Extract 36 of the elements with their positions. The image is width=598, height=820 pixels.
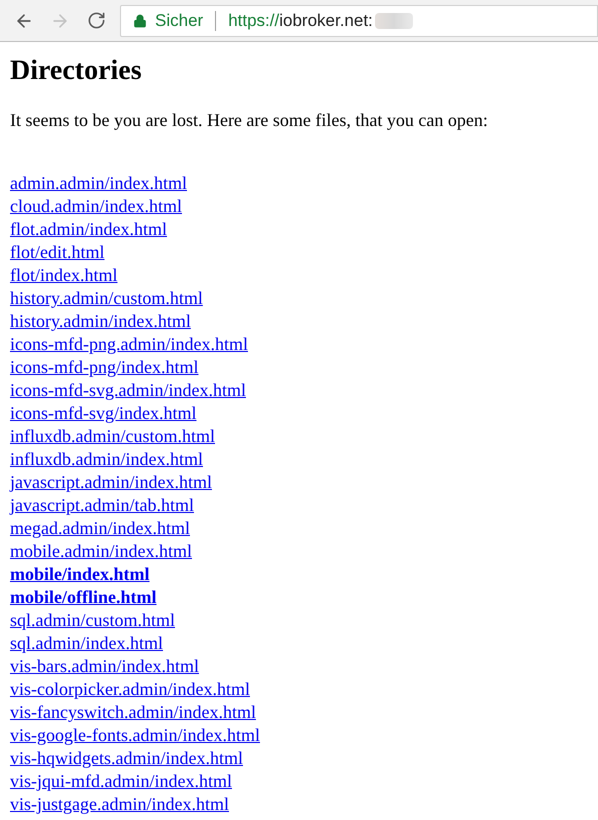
file-link[interactable]: icons-mfd-svg/index.html bbox=[10, 402, 196, 425]
file-link[interactable]: megad.admin/index.html bbox=[10, 517, 190, 540]
file-link[interactable]: mobile/index.html bbox=[10, 563, 150, 586]
security-label: Sicher bbox=[155, 10, 204, 32]
file-link[interactable]: vis-justgage.admin/index.html bbox=[10, 793, 229, 816]
file-link[interactable]: sql.admin/index.html bbox=[10, 632, 163, 655]
file-link[interactable]: cloud.admin/index.html bbox=[10, 195, 182, 218]
file-link[interactable]: vis-colorpicker.admin/index.html bbox=[10, 678, 250, 701]
file-link[interactable]: flot/edit.html bbox=[10, 241, 104, 264]
file-link[interactable]: history.admin/custom.html bbox=[10, 287, 203, 310]
file-link[interactable]: mobile/offline.html bbox=[10, 586, 156, 609]
file-link[interactable]: vis-jqui-mfd.admin/index.html bbox=[10, 770, 232, 793]
url-text: https://iobroker.net: bbox=[228, 10, 373, 32]
file-link[interactable]: javascript.admin/tab.html bbox=[10, 494, 194, 517]
file-link[interactable]: icons-mfd-png.admin/index.html bbox=[10, 333, 248, 356]
intro-text: It seems to be you are lost. Here are some files, that you can open: bbox=[10, 109, 489, 132]
file-link[interactable]: admin.admin/index.html bbox=[10, 172, 187, 195]
file-link[interactable]: vis-bars.admin/index.html bbox=[10, 655, 199, 678]
file-link[interactable]: sql.admin/custom.html bbox=[10, 609, 175, 632]
file-link[interactable]: vis-google-fonts.admin/index.html bbox=[10, 724, 260, 747]
file-link[interactable]: vis-fancyswitch.admin/index.html bbox=[10, 701, 256, 724]
reload-icon bbox=[86, 11, 106, 30]
address-bar[interactable]: Sicher https://iobroker.net: bbox=[120, 4, 598, 36]
file-link[interactable]: javascript.admin/index.html bbox=[10, 471, 212, 494]
file-link[interactable]: history.admin/index.html bbox=[10, 310, 191, 333]
file-link[interactable]: flot.admin/index.html bbox=[10, 218, 167, 241]
file-link[interactable]: influxdb.admin/index.html bbox=[10, 448, 203, 471]
file-link[interactable]: influxdb.admin/custom.html bbox=[10, 425, 215, 448]
file-link[interactable]: flot/index.html bbox=[10, 264, 118, 287]
file-link[interactable]: icons-mfd-svg.admin/index.html bbox=[10, 379, 246, 402]
blurred-patch bbox=[374, 12, 413, 28]
file-link[interactable]: icons-mfd-png/index.html bbox=[10, 356, 198, 379]
file-link[interactable]: vis-hqwidgets.admin/index.html bbox=[10, 747, 243, 770]
page-heading: Directories bbox=[10, 54, 143, 88]
lock-icon bbox=[133, 14, 147, 28]
file-link[interactable]: mobile.admin/index.html bbox=[10, 540, 192, 563]
